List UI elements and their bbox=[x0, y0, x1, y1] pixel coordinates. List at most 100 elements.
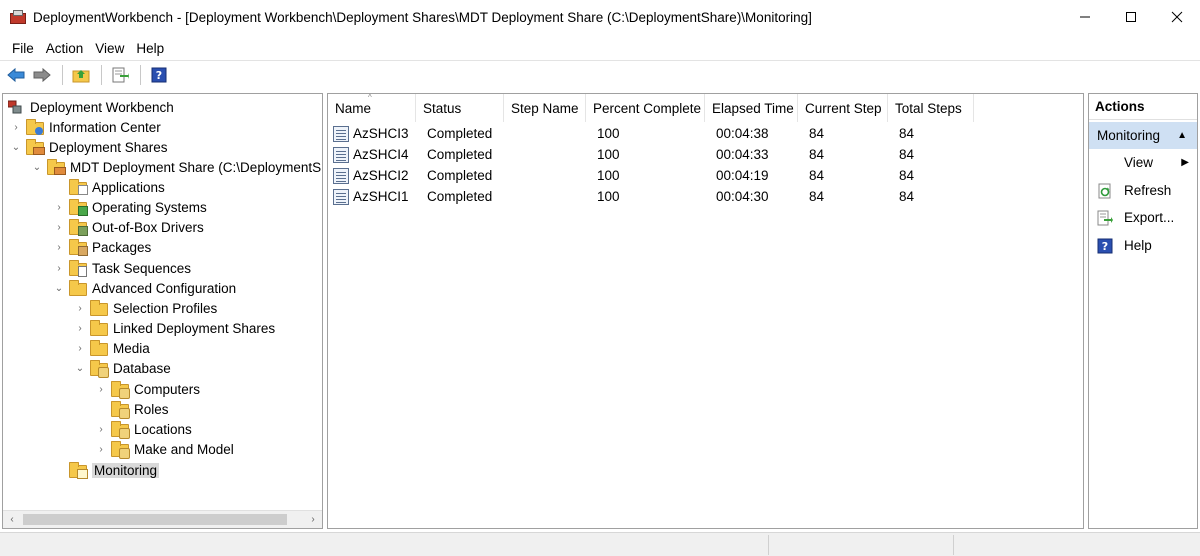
scroll-left-icon[interactable]: ‹ bbox=[3, 511, 21, 528]
menu-file[interactable]: File bbox=[6, 41, 40, 56]
help-icon: ? bbox=[151, 67, 167, 83]
cell-name: AzSHCI1 bbox=[353, 189, 409, 204]
help-button[interactable]: ? bbox=[147, 64, 171, 86]
column-label: Step Name bbox=[511, 100, 579, 116]
submenu-arrow-icon: ▶ bbox=[1181, 157, 1189, 168]
up-folder-icon bbox=[72, 70, 90, 83]
action-view[interactable]: View ▶ bbox=[1089, 149, 1197, 176]
expand-placeholder bbox=[94, 402, 108, 416]
tree-item-roles[interactable]: Roles bbox=[94, 399, 169, 419]
tree-item-monitoring[interactable]: Monitoring bbox=[69, 460, 160, 480]
close-icon bbox=[1171, 11, 1183, 23]
minimize-button[interactable] bbox=[1062, 0, 1108, 34]
tree-item-packages[interactable]: › Packages bbox=[52, 237, 151, 257]
back-arrow-icon bbox=[7, 67, 25, 83]
database-folder-icon bbox=[111, 381, 130, 399]
column-step-name[interactable]: Step Name bbox=[504, 94, 586, 122]
tree-item-locations[interactable]: › Locations bbox=[94, 419, 192, 439]
tree-label: Operating Systems bbox=[92, 199, 207, 215]
forward-button[interactable] bbox=[30, 64, 54, 86]
menu-view[interactable]: View bbox=[89, 41, 130, 56]
maximize-button[interactable] bbox=[1108, 0, 1154, 34]
list-header: ^ Name Status Step Name Percent Complete… bbox=[328, 94, 1083, 122]
horizontal-scrollbar[interactable]: ‹ › bbox=[3, 510, 322, 528]
toolbar-separator bbox=[62, 65, 63, 85]
collapse-icon[interactable]: ⌄ bbox=[30, 160, 44, 174]
title-bar: DeploymentWorkbench - [Deployment Workbe… bbox=[0, 0, 1200, 34]
action-help[interactable]: ? Help bbox=[1089, 232, 1197, 259]
actions-pane: Actions Monitoring ▲ View ▶ Refresh Expo… bbox=[1088, 93, 1198, 529]
expand-icon[interactable]: › bbox=[94, 442, 108, 456]
back-button[interactable] bbox=[4, 64, 28, 86]
scrollbar-thumb[interactable] bbox=[23, 514, 287, 525]
column-status[interactable]: Status bbox=[416, 94, 504, 122]
tree-item-information-center[interactable]: › Information Center bbox=[9, 117, 161, 137]
actions-section-monitoring[interactable]: Monitoring ▲ bbox=[1089, 122, 1197, 149]
cell-total-steps: 84 bbox=[899, 189, 915, 204]
tree-item-advanced-configuration[interactable]: ⌄ Advanced Configuration bbox=[52, 278, 236, 298]
collapse-icon[interactable]: ⌄ bbox=[9, 140, 23, 154]
details-list[interactable]: ^ Name Status Step Name Percent Complete… bbox=[327, 93, 1084, 529]
expand-icon[interactable]: › bbox=[52, 261, 66, 275]
column-current-step[interactable]: Current Step bbox=[798, 94, 888, 122]
tree-item-operating-systems[interactable]: › Operating Systems bbox=[52, 197, 207, 217]
table-row[interactable]: AzSHCI2 Completed 100 00:04:19 84 84 bbox=[328, 165, 978, 186]
tree-item-out-of-box-drivers[interactable]: › Out-of-Box Drivers bbox=[52, 217, 204, 237]
tree-item-applications[interactable]: Applications bbox=[52, 177, 165, 197]
tree-item-mdt-deployment-share[interactable]: ⌄ MDT Deployment Share (C:\DeploymentSha… bbox=[30, 157, 322, 177]
table-row[interactable]: AzSHCI4 Completed 100 00:04:33 84 84 bbox=[328, 144, 978, 165]
tree-item-database[interactable]: ⌄ Database bbox=[73, 358, 171, 378]
expand-icon[interactable]: › bbox=[73, 321, 87, 335]
tree-label: Applications bbox=[92, 179, 165, 195]
scroll-right-icon[interactable]: › bbox=[304, 511, 322, 528]
up-level-button[interactable] bbox=[69, 64, 93, 86]
collapse-icon[interactable]: ⌄ bbox=[52, 281, 66, 295]
export-list-button[interactable] bbox=[108, 64, 132, 86]
expand-icon[interactable]: › bbox=[52, 220, 66, 234]
tree-label: Roles bbox=[134, 401, 169, 417]
menu-divider bbox=[0, 60, 1200, 61]
action-export[interactable]: Export... bbox=[1089, 204, 1197, 231]
cell-status: Completed bbox=[427, 189, 493, 204]
tree-item-deployment-workbench[interactable]: Deployment Workbench bbox=[7, 97, 174, 117]
tree-item-make-and-model[interactable]: › Make and Model bbox=[94, 439, 234, 459]
column-name[interactable]: ^ Name bbox=[328, 94, 416, 122]
action-label: View bbox=[1124, 155, 1154, 170]
expand-icon[interactable]: › bbox=[94, 422, 108, 436]
navigation-tree[interactable]: Deployment Workbench › Information Cente… bbox=[2, 93, 323, 529]
action-refresh[interactable]: Refresh bbox=[1089, 177, 1197, 204]
cell-elapsed: 00:04:19 bbox=[716, 168, 769, 183]
expand-icon[interactable]: › bbox=[9, 120, 23, 134]
menu-help[interactable]: Help bbox=[130, 41, 170, 56]
close-button[interactable] bbox=[1154, 0, 1200, 34]
expand-icon[interactable]: › bbox=[94, 382, 108, 396]
collapse-up-icon[interactable]: ▲ bbox=[1177, 130, 1187, 141]
expand-icon[interactable]: › bbox=[73, 301, 87, 315]
svg-text:?: ? bbox=[156, 69, 162, 82]
tree-item-selection-profiles[interactable]: › Selection Profiles bbox=[73, 298, 217, 318]
column-label: Total Steps bbox=[895, 100, 962, 116]
tree-item-task-sequences[interactable]: › Task Sequences bbox=[52, 258, 191, 278]
column-total-steps[interactable]: Total Steps bbox=[888, 94, 974, 122]
table-row[interactable]: AzSHCI3 Completed 100 00:04:38 84 84 bbox=[328, 123, 978, 144]
actions-title: Actions bbox=[1089, 94, 1197, 120]
export-list-icon bbox=[112, 67, 129, 83]
tree-item-computers[interactable]: › Computers bbox=[94, 379, 200, 399]
column-elapsed-time[interactable]: Elapsed Time bbox=[705, 94, 798, 122]
tree-label: Monitoring bbox=[92, 462, 160, 478]
expand-placeholder bbox=[52, 180, 66, 194]
expand-icon[interactable]: › bbox=[52, 200, 66, 214]
expand-icon[interactable]: › bbox=[52, 240, 66, 254]
tree-item-deployment-shares[interactable]: ⌄ Deployment Shares bbox=[9, 137, 168, 157]
collapse-icon[interactable]: ⌄ bbox=[73, 361, 87, 375]
column-label: Current Step bbox=[805, 100, 882, 116]
help-icon: ? bbox=[1097, 238, 1113, 254]
tree-item-media[interactable]: › Media bbox=[73, 338, 150, 358]
toolbar-separator bbox=[101, 65, 102, 85]
expand-icon[interactable]: › bbox=[73, 341, 87, 355]
table-row[interactable]: AzSHCI1 Completed 100 00:04:30 84 84 bbox=[328, 186, 978, 207]
column-percent-complete[interactable]: Percent Complete bbox=[586, 94, 705, 122]
task-sequences-icon bbox=[69, 260, 87, 277]
menu-action[interactable]: Action bbox=[40, 41, 90, 56]
tree-item-linked-deployment-shares[interactable]: › Linked Deployment Shares bbox=[73, 318, 275, 338]
